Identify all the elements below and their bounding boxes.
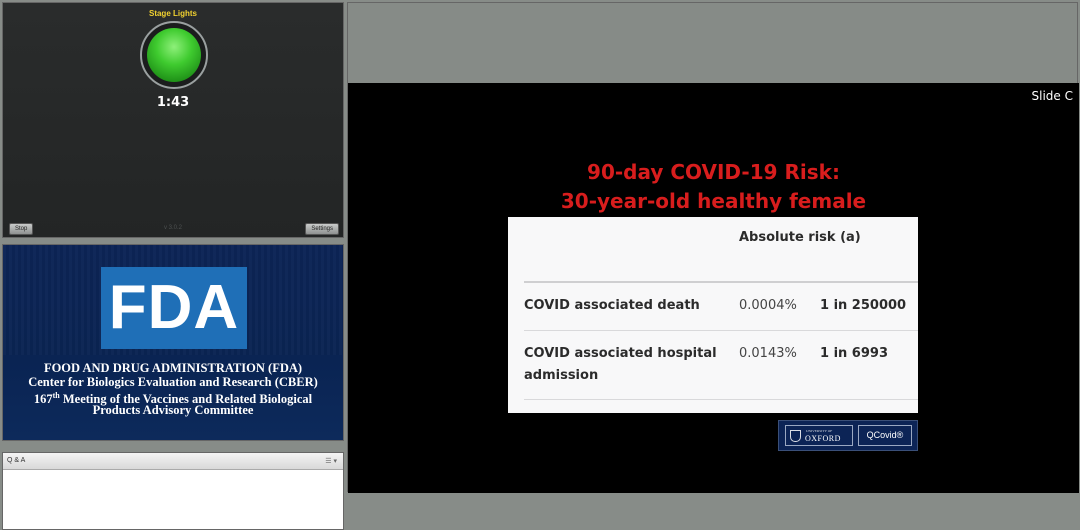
- fda-logo-text: FDA: [108, 273, 240, 342]
- fda-banner-panel: FDA FOOD AND DRUG ADMINISTRATION (FDA) C…: [2, 244, 344, 441]
- row-ratio-hospital: 1 in 6993: [820, 346, 888, 361]
- qa-title: Q & A: [7, 457, 26, 464]
- row-percent-death: 0.0004%: [739, 298, 797, 313]
- slide-title-line-1: 90-day COVID-19 Risk:: [587, 160, 840, 184]
- qcovid-logo: QCovid®: [858, 425, 912, 446]
- qa-title-bar: Q & A ☰ ▾: [3, 453, 343, 470]
- center-name: Center for Biologics Evaluation and Rese…: [28, 375, 318, 389]
- qa-panel: Q & A ☰ ▾: [2, 452, 344, 530]
- committee-name: Products Advisory Committee: [92, 403, 254, 417]
- stage-lights-panel: Stage Lights 1:43 Stop v 3.0.2 Settings: [2, 2, 344, 238]
- slide-title-line-2: 30-year-old healthy female: [560, 189, 867, 213]
- countdown-timer: 1:43: [156, 95, 190, 110]
- table-row-divider: [524, 330, 918, 331]
- meeting-window: Stage Lights 1:43 Stop v 3.0.2 Settings …: [0, 0, 1080, 530]
- absolute-risk-header: Absolute risk (a): [739, 230, 861, 245]
- row-ratio-death: 1 in 250000: [820, 298, 907, 313]
- row-percent-hospital: 0.0143%: [739, 346, 797, 361]
- pod-menu-icon[interactable]: ☰ ▾: [325, 457, 337, 465]
- stage-light-indicator: [140, 21, 208, 89]
- fda-logo: FDA: [101, 267, 247, 349]
- meeting-number-suffix: th: [52, 391, 60, 400]
- settings-button[interactable]: Settings: [305, 223, 339, 235]
- slide-label: Slide C: [1031, 89, 1073, 103]
- table-bottom-divider: [524, 399, 918, 400]
- logo-strip: UNIVERSITY OF OXFORD QCovid®: [778, 420, 918, 451]
- slide: Slide C 90-day COVID-19 Risk: 30-year-ol…: [348, 83, 1079, 493]
- green-light-icon: [147, 28, 201, 82]
- version-label: v 3.0.2: [163, 225, 182, 231]
- table-header-divider: [524, 281, 918, 283]
- oxford-logo-small: UNIVERSITY OF: [806, 429, 833, 433]
- row-label-hospital: COVID associated hospital admission: [524, 346, 717, 383]
- row-label-death: COVID associated death: [524, 298, 700, 313]
- presentation-panel: Slide C 90-day COVID-19 Risk: 30-year-ol…: [347, 2, 1079, 493]
- risk-table: Absolute risk (a) COVID associated death…: [508, 217, 918, 413]
- oxford-logo: UNIVERSITY OF OXFORD: [785, 425, 853, 446]
- agency-name: FOOD AND DRUG ADMINISTRATION (FDA): [43, 361, 303, 375]
- stage-lights-title: Stage Lights: [148, 9, 197, 18]
- oxford-logo-text: OXFORD: [805, 434, 841, 443]
- crest-icon: [790, 430, 801, 442]
